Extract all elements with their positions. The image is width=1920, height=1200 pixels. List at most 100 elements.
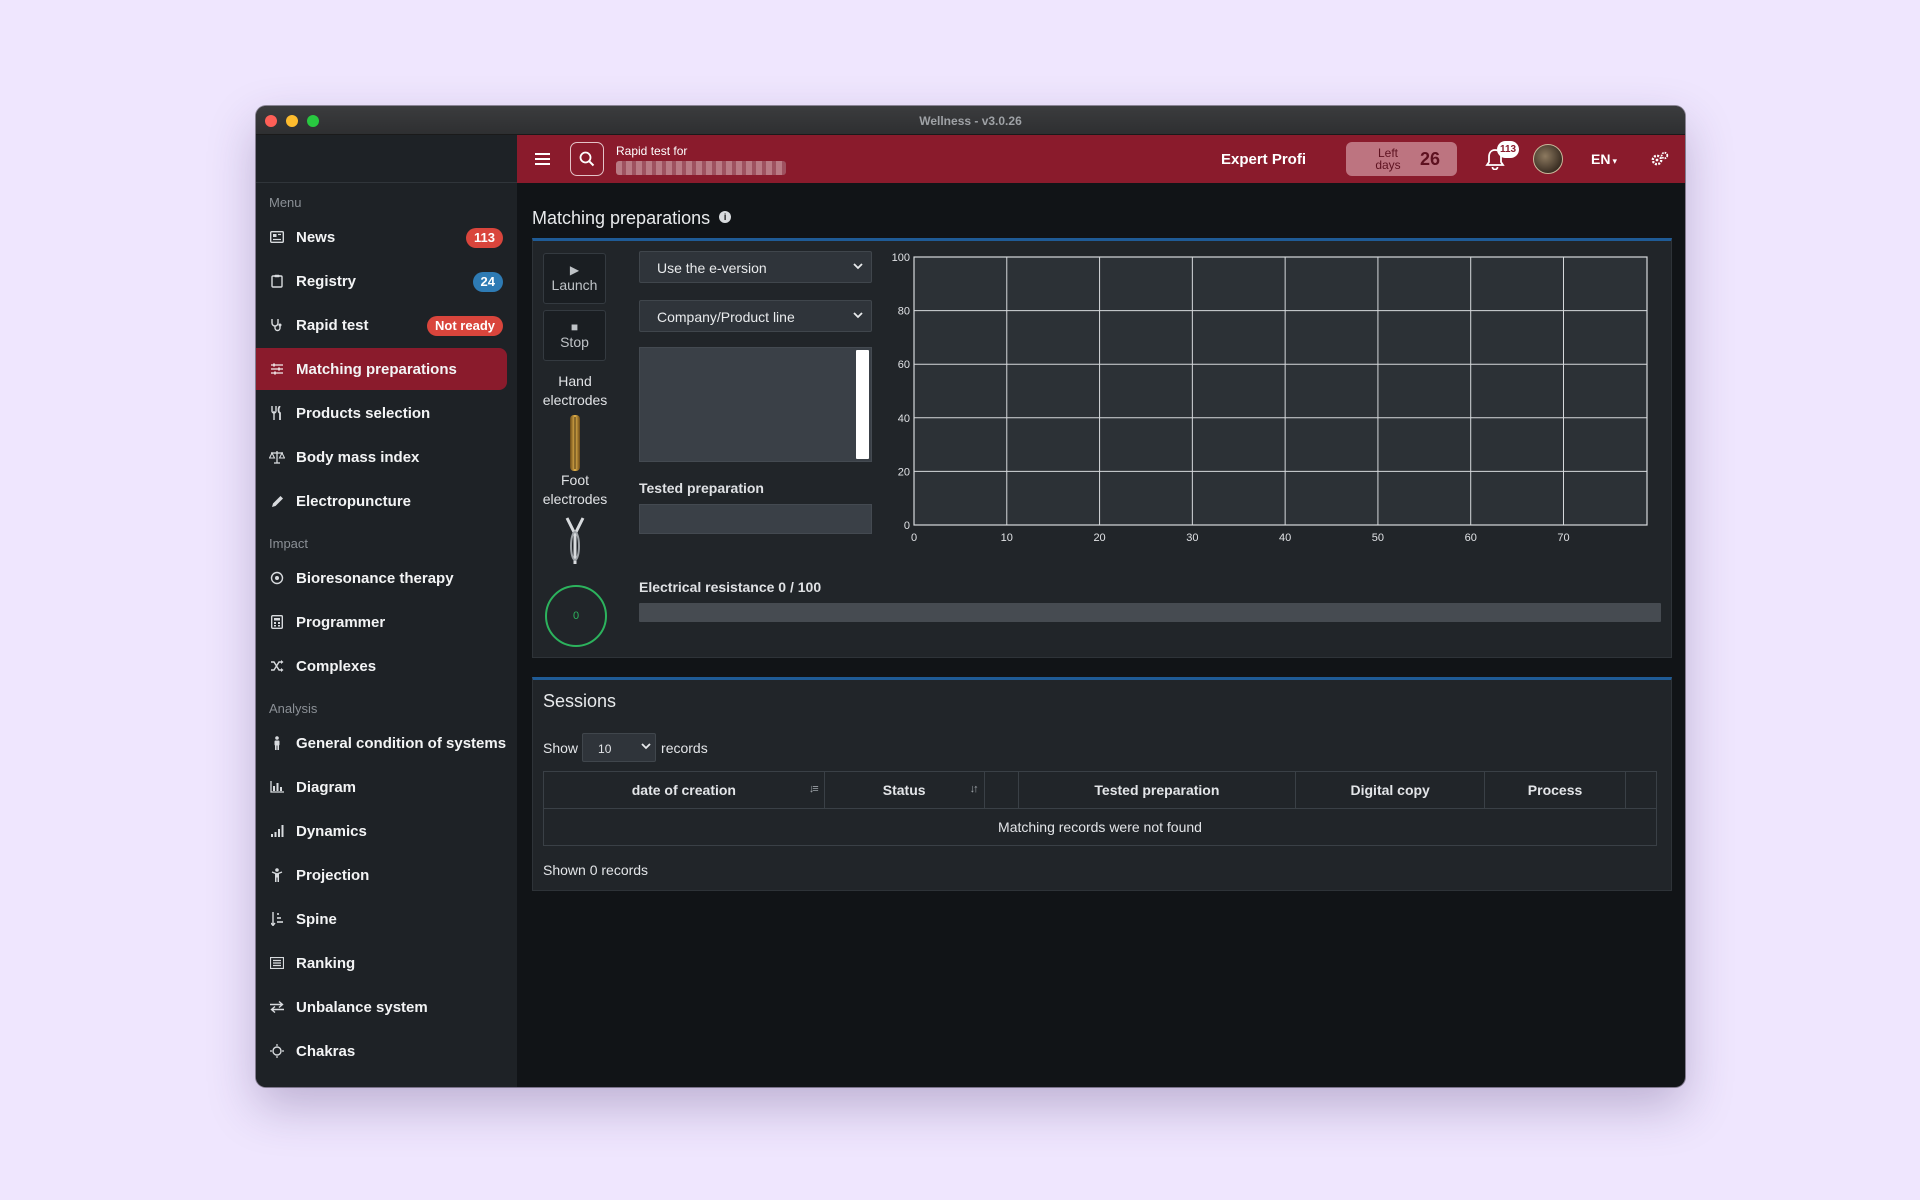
sidebar-item-spine[interactable]: Spine <box>256 898 507 940</box>
column-label: Tested preparation <box>1094 782 1220 798</box>
rapid-test-label: Rapid test for <box>616 143 688 158</box>
sidebar-item-label: Registry <box>296 272 357 290</box>
listbox-scrollbar[interactable] <box>856 350 869 459</box>
sidebar-item-programmer[interactable]: Programmer <box>256 601 507 643</box>
sidebar-item-general-condition-of-systems[interactable]: General condition of systems <box>256 722 507 764</box>
sort-desc-icon: ↓≡ <box>808 783 819 795</box>
language-selector[interactable]: EN ▾ <box>1591 151 1617 167</box>
search-button[interactable] <box>570 142 604 176</box>
company-select-value: Company/Product line <box>657 309 795 325</box>
sidebar-item-label: News <box>296 228 336 246</box>
page-size-select[interactable]: 10 <box>582 733 657 762</box>
sliders-icon <box>269 361 285 377</box>
sidebar-item-diagram[interactable]: Diagram <box>256 766 507 808</box>
stop-label: Stop <box>560 334 589 350</box>
sidebar-item-bioresonance-therapy[interactable]: Bioresonance therapy <box>256 557 507 599</box>
sidebar-item-ranking[interactable]: Ranking <box>256 942 507 984</box>
section-label-impact: Impact <box>269 536 309 551</box>
title-bar: Wellness - v3.0.26 <box>256 106 1685 135</box>
info-icon[interactable]: i <box>719 210 732 223</box>
column-label: Digital copy <box>1350 782 1430 798</box>
app-window: Wellness - v3.0.26 Menu News 113 Registr… <box>256 106 1685 1087</box>
sidebar-item-registry[interactable]: Registry 24 <box>256 260 507 302</box>
newspaper-icon <box>269 229 285 245</box>
column-tested-preparation[interactable]: Tested preparation <box>1017 771 1297 809</box>
list-icon <box>269 955 285 971</box>
chart-x-tick-label: 20 <box>1093 532 1105 544</box>
section-label-menu: Menu <box>269 195 302 210</box>
column-process[interactable]: Process <box>1484 771 1626 809</box>
chart-y-tick-label: 20 <box>898 466 910 478</box>
column-status[interactable]: Status ↓↑ <box>823 771 985 809</box>
column-digital-copy[interactable]: Digital copy <box>1295 771 1486 809</box>
hand-electrode-icon <box>570 415 580 471</box>
resistance-meter-gauge: 0 <box>545 585 607 647</box>
hamburger-menu-icon[interactable] <box>535 153 550 165</box>
sidebar-item-label: Programmer <box>296 613 386 631</box>
chart-y-tick-label: 40 <box>898 413 910 425</box>
sidebar-item-unbalance-system[interactable]: Unbalance system <box>256 986 507 1028</box>
sidebar-logo-area <box>256 135 517 183</box>
chart-y-tick-label: 80 <box>898 306 910 318</box>
chevron-down-icon <box>853 263 863 270</box>
avatar[interactable] <box>1533 144 1564 174</box>
company-product-line-select[interactable]: Company/Product line <box>639 300 872 332</box>
rapid-test-patient[interactable]: Rapid test for <box>616 144 786 175</box>
stop-button[interactable]: ■ Stop <box>543 310 606 361</box>
sidebar-item-chakras[interactable]: Chakras <box>256 1030 507 1072</box>
sidebar-item-projection[interactable]: Projection <box>256 854 507 896</box>
sidebar-item-label: Matching preparations <box>296 360 457 378</box>
sidebar-item-rapid-test[interactable]: Rapid test Not ready <box>256 304 507 346</box>
gears-icon <box>1651 151 1669 166</box>
preparations-listbox[interactable] <box>639 347 872 462</box>
sidebar-item-matching-preparations[interactable]: Matching preparations <box>256 348 507 390</box>
tested-preparation-input[interactable] <box>639 504 872 534</box>
chart-x-tick-label: 10 <box>1001 532 1013 544</box>
notifications-button[interactable]: 113 <box>1485 141 1520 171</box>
column-label: Status <box>882 782 926 798</box>
settings-button[interactable] <box>1649 148 1671 170</box>
sidebar-item-label: Ranking <box>296 954 356 972</box>
sidebar-item-complexes[interactable]: Complexes <box>256 645 507 687</box>
foot-electrodes-label: Foot electrodes <box>542 472 608 507</box>
chart-x-tick-label: 40 <box>1279 532 1291 544</box>
column-blank-end <box>1624 771 1658 809</box>
clipboard-icon <box>269 273 285 289</box>
sidebar-item-news[interactable]: News 113 <box>256 216 507 258</box>
window-title: Wellness - v3.0.26 <box>919 114 1022 128</box>
version-select[interactable]: Use the e-version <box>639 251 872 283</box>
hand-electrodes-label: Hand electrodes <box>542 373 608 408</box>
sidebar-item-body-mass-index[interactable]: Body mass index <box>256 436 507 478</box>
sidebar-item-products-selection[interactable]: Products selection <box>256 392 507 434</box>
electrical-resistance-progress-bar <box>639 603 1661 622</box>
sidebar-item-dynamics[interactable]: Dynamics <box>256 810 507 852</box>
tested-preparation-label: Tested preparation <box>639 480 764 496</box>
scale-icon <box>269 449 285 465</box>
table-header-row: date of creation ↓≡ Status ↓↑ Tested prepa… <box>543 771 1658 809</box>
target-icon <box>269 570 285 586</box>
column-date-of-creation[interactable]: date of creation ↓≡ <box>543 771 825 809</box>
electrical-resistance-label: Electrical resistance 0 / 100 <box>639 579 822 595</box>
page-size-value: 10 <box>598 742 612 756</box>
table-row: Matching records were not found <box>543 808 1657 846</box>
resistance-chart: 0 10 20 30 40 50 60 70 0 20 40 60 80 100 <box>892 252 1648 544</box>
language-value: EN <box>1591 151 1611 167</box>
left-days-widget: Left days 26 <box>1346 142 1458 176</box>
sidebar-item-electropuncture[interactable]: Electropuncture <box>256 480 507 522</box>
chevron-down-icon <box>641 743 651 750</box>
patient-name-redacted <box>616 160 786 175</box>
empty-table-message: Matching records were not found <box>543 808 1657 846</box>
main-content: Matching preparations i ▶ Launch ■ Stop … <box>517 183 1685 1087</box>
sidebar-item-label: Body mass index <box>296 448 420 466</box>
shuffle-icon <box>269 658 285 674</box>
sidebar-item-label: Projection <box>296 866 370 884</box>
user-type-label: Expert Profi <box>1220 150 1307 168</box>
meter-value: 0 <box>572 610 580 622</box>
sort-icon <box>269 911 285 927</box>
launch-button[interactable]: ▶ Launch <box>543 253 606 304</box>
sidebar: Menu News 113 Registry 24 Rapid test Not… <box>256 135 517 1087</box>
caret-down-icon: ▾ <box>1612 156 1617 166</box>
chart-x-tick-label: 70 <box>1557 532 1569 544</box>
news-count-badge: 113 <box>466 228 503 248</box>
column-label: date of creation <box>631 782 736 798</box>
